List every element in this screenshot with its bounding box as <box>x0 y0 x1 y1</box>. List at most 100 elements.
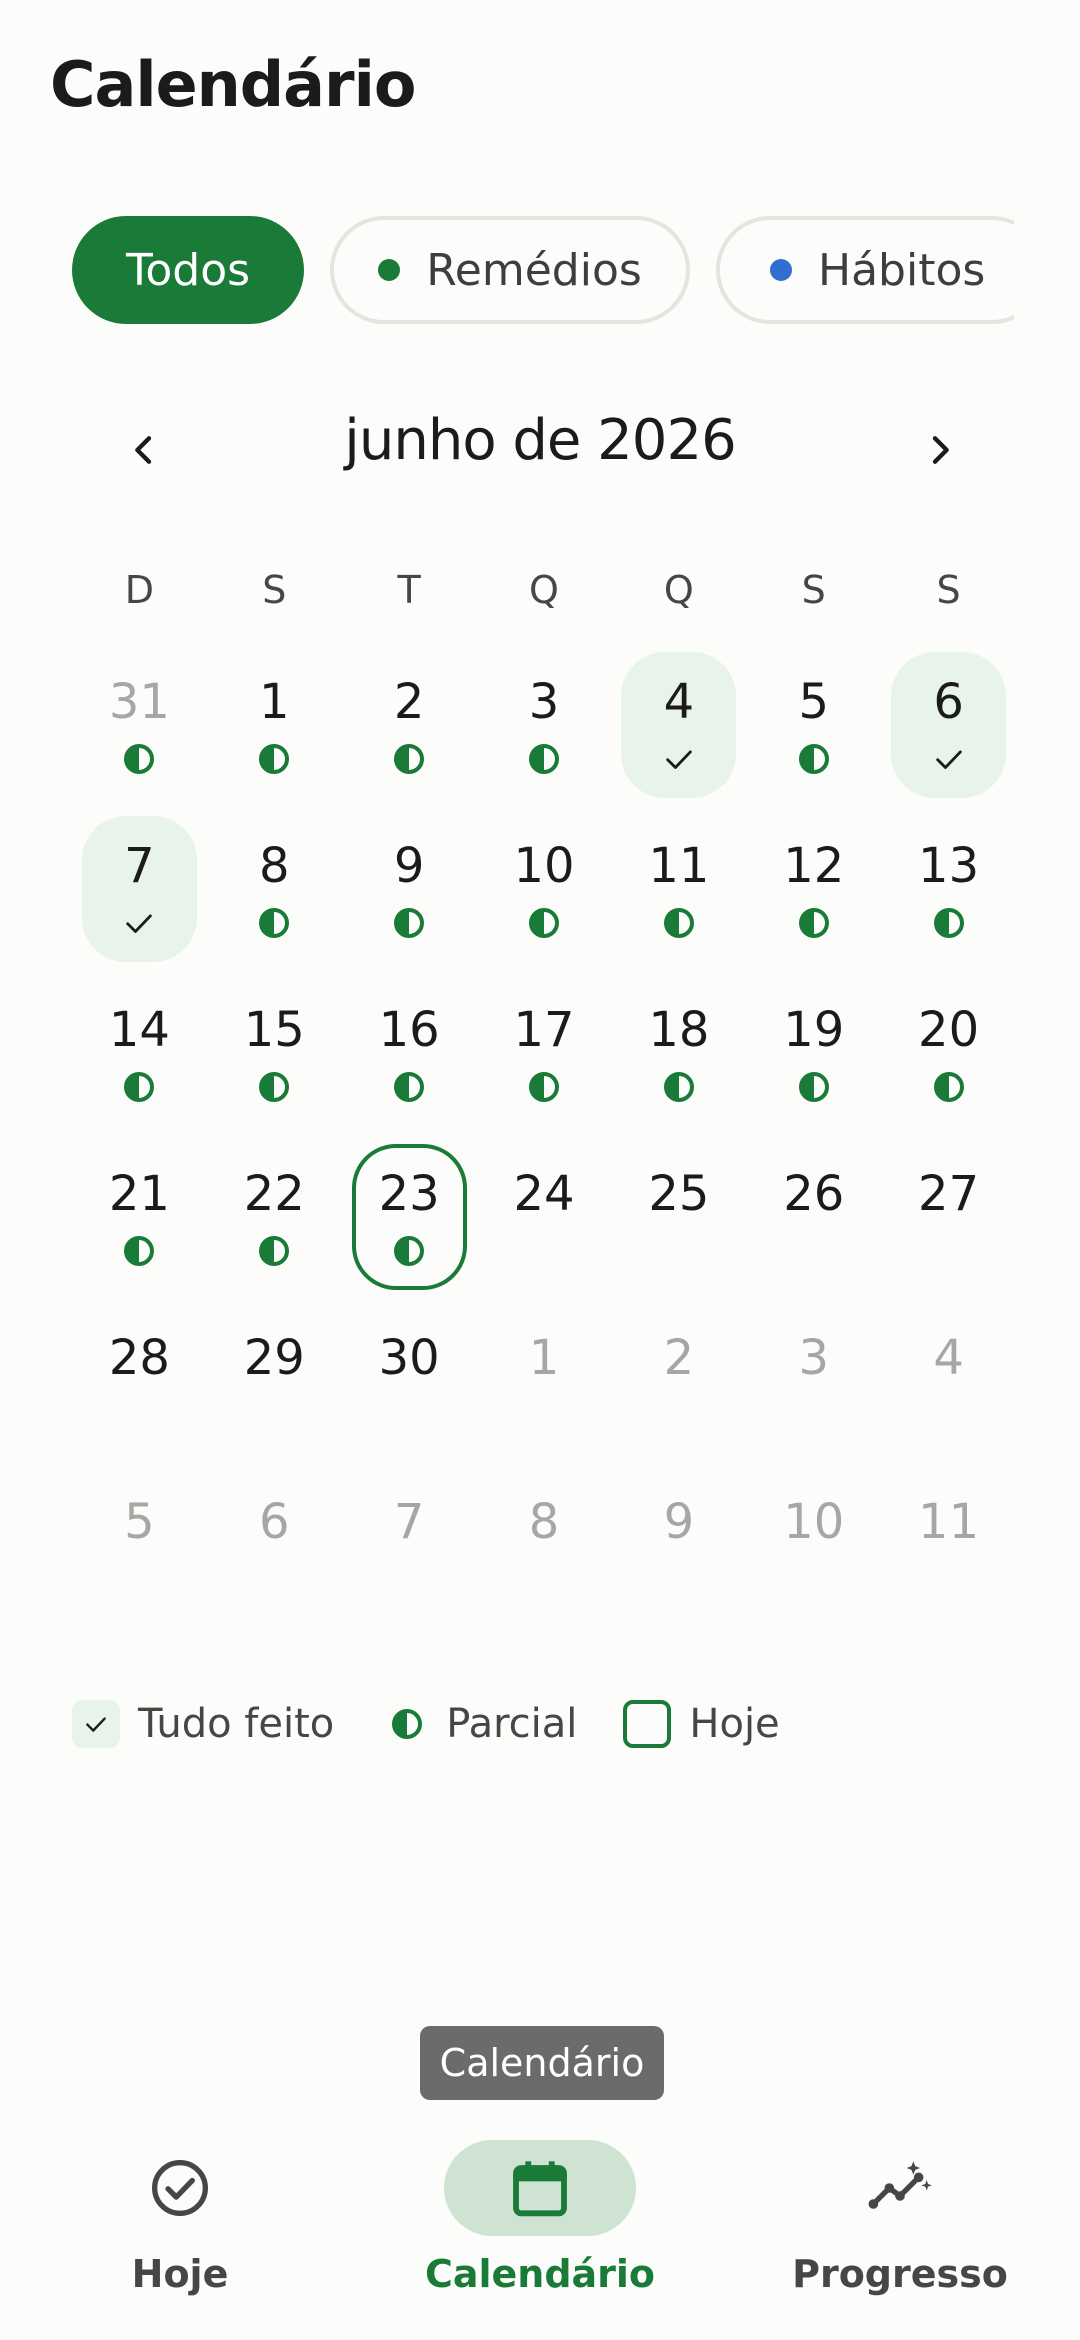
day-number: 22 <box>243 1166 305 1222</box>
day-number: 9 <box>663 1494 695 1550</box>
calendar-day[interactable]: 10 <box>477 812 612 976</box>
check-icon <box>122 906 156 940</box>
weekday-label: T <box>397 568 421 612</box>
nav-pill <box>444 2140 636 2236</box>
day-number: 5 <box>124 1494 155 1550</box>
calendar-day[interactable]: 15 <box>207 976 342 1140</box>
day-number: 24 <box>513 1166 575 1222</box>
day-number: 25 <box>648 1166 710 1222</box>
calendar-day[interactable]: 5 <box>72 1468 207 1632</box>
calendar-day[interactable]: 27 <box>881 1140 1016 1304</box>
calendar-day[interactable]: 22 <box>207 1140 342 1304</box>
calendar-day[interactable]: 6 <box>207 1468 342 1632</box>
day-number: 4 <box>933 1330 964 1386</box>
calendar-day[interactable]: 20 <box>881 976 1016 1140</box>
nav-item-hoje[interactable]: Hoje <box>30 2140 330 2320</box>
weekday-label: S <box>262 568 287 612</box>
calendar-day[interactable]: 1 <box>207 648 342 812</box>
day-number: 18 <box>648 1002 710 1058</box>
calendar-day[interactable]: 2 <box>342 648 477 812</box>
day-number: 20 <box>918 1002 980 1058</box>
calendar-day[interactable]: 5 <box>746 648 881 812</box>
nav-label: Calendário <box>424 2252 656 2296</box>
day-number: 29 <box>243 1330 305 1386</box>
check-circle-icon <box>152 2160 208 2216</box>
calendar-day[interactable]: 31 <box>72 648 207 812</box>
calendar-day[interactable]: 10 <box>746 1468 881 1632</box>
day-number: 21 <box>108 1166 170 1222</box>
calendar-icon <box>513 2161 567 2217</box>
calendar-day[interactable]: 8 <box>477 1468 612 1632</box>
day-number: 2 <box>393 674 425 730</box>
prev-month-button[interactable] <box>104 410 184 490</box>
partial-status-icon <box>122 1234 156 1268</box>
nav-item-progresso[interactable]: Progresso <box>750 2140 1050 2320</box>
calendar-day[interactable]: 7 <box>342 1468 477 1632</box>
partial-status-icon <box>797 906 831 940</box>
partial-status-icon <box>122 742 156 776</box>
calendar-day[interactable]: 6 <box>881 648 1016 812</box>
calendar-day[interactable]: 8 <box>207 812 342 976</box>
calendar-day[interactable]: 9 <box>611 1468 746 1632</box>
day-number: 9 <box>393 838 425 894</box>
calendar-day[interactable]: 3 <box>746 1304 881 1468</box>
partial-status-icon <box>662 1070 696 1104</box>
filter-chip-label: Remédios <box>426 244 642 296</box>
calendar-day[interactable]: 24 <box>477 1140 612 1304</box>
page-title: Calendário <box>50 48 416 121</box>
nav-pill <box>84 2140 276 2236</box>
calendar-day[interactable]: 28 <box>72 1304 207 1468</box>
day-number: 2 <box>663 1330 695 1386</box>
tooltip: Calendário <box>420 2026 664 2100</box>
filter-chip-label: Todos <box>125 244 251 296</box>
calendar-day-today[interactable]: 23 <box>342 1140 477 1304</box>
half-circle-icon <box>392 1709 423 1739</box>
next-month-button[interactable] <box>900 410 980 490</box>
partial-status-icon <box>392 906 426 940</box>
day-number: 26 <box>783 1166 845 1222</box>
legend-today-swatch <box>623 1700 672 1748</box>
calendar-day[interactable]: 4 <box>611 648 746 812</box>
calendar-day[interactable]: 25 <box>611 1140 746 1304</box>
calendar-day[interactable]: 21 <box>72 1140 207 1304</box>
check-icon <box>86 1717 106 1732</box>
calendar-day[interactable]: 19 <box>746 976 881 1140</box>
partial-status-icon <box>932 906 966 940</box>
calendar-day[interactable]: 3 <box>477 648 612 812</box>
day-number: 5 <box>798 674 829 730</box>
calendar-day[interactable]: 16 <box>342 976 477 1140</box>
legend-done-swatch <box>72 1700 120 1748</box>
filter-chip-habitos[interactable]: Hábitos <box>716 216 1014 324</box>
calendar-day[interactable]: 9 <box>342 812 477 976</box>
calendar-day[interactable]: 18 <box>611 976 746 1140</box>
legend: Tudo feito Parcial Hoje <box>72 1700 780 1748</box>
calendar-day[interactable]: 2 <box>611 1304 746 1468</box>
filter-chip-todos[interactable]: Todos <box>72 216 304 324</box>
calendar-day[interactable]: 13 <box>881 812 1016 976</box>
calendar-day[interactable]: 12 <box>746 812 881 976</box>
day-number: 1 <box>259 674 290 730</box>
day-number: 17 <box>513 1002 575 1058</box>
nav-label: Progresso <box>792 2252 1008 2296</box>
nav-item-calendario[interactable]: Calendário <box>390 2140 690 2320</box>
calendar-day[interactable]: 7 <box>72 812 207 976</box>
calendar-day[interactable]: 26 <box>746 1140 881 1304</box>
calendar-day[interactable]: 11 <box>611 812 746 976</box>
partial-status-icon <box>392 1234 426 1268</box>
filter-chip-remedios[interactable]: Remédios <box>330 216 690 324</box>
calendar-day[interactable]: 14 <box>72 976 207 1140</box>
calendar-day[interactable]: 30 <box>342 1304 477 1468</box>
calendar-day[interactable]: 4 <box>881 1304 1016 1468</box>
calendar-day[interactable]: 17 <box>477 976 612 1140</box>
calendar-day[interactable]: 11 <box>881 1468 1016 1632</box>
day-number: 11 <box>918 1494 980 1550</box>
calendar-day[interactable]: 29 <box>207 1304 342 1468</box>
day-number: 15 <box>243 1002 305 1058</box>
day-number: 7 <box>124 838 155 894</box>
legend-done-label: Tudo feito <box>138 1701 335 1747</box>
calendar-day[interactable]: 1 <box>477 1304 612 1468</box>
day-number: 13 <box>918 838 980 894</box>
day-number: 10 <box>783 1494 845 1550</box>
weekday-label: Q <box>663 568 694 612</box>
day-number: 8 <box>259 838 290 894</box>
